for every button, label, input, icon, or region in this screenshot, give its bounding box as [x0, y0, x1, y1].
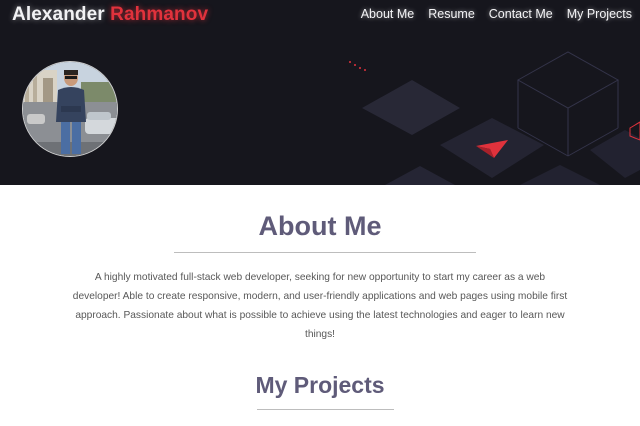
profile-avatar	[22, 61, 118, 157]
about-divider	[174, 252, 476, 253]
nav-link-resume[interactable]: Resume	[428, 7, 475, 21]
nav-link-about-me[interactable]: About Me	[361, 7, 415, 21]
about-me-text: A highly motivated full-stack web develo…	[72, 272, 568, 340]
brand-last-name: Rahmanov	[110, 4, 209, 25]
nav-link-contact-me[interactable]: Contact Me	[489, 7, 553, 21]
site-logo[interactable]: Alexander Rahmanov	[12, 4, 208, 26]
hero-banner: Alexander Rahmanov About Me Resume Conta…	[0, 0, 640, 185]
about-me-heading: About Me	[258, 211, 382, 241]
projects-divider	[257, 409, 394, 410]
my-projects-heading: My Projects	[255, 372, 385, 398]
nav-link-my-projects[interactable]: My Projects	[567, 7, 632, 21]
profile-photo	[23, 62, 117, 156]
brand-first-name: Alexander	[12, 4, 105, 25]
main-nav: About Me Resume Contact Me My Projects	[361, 7, 632, 21]
